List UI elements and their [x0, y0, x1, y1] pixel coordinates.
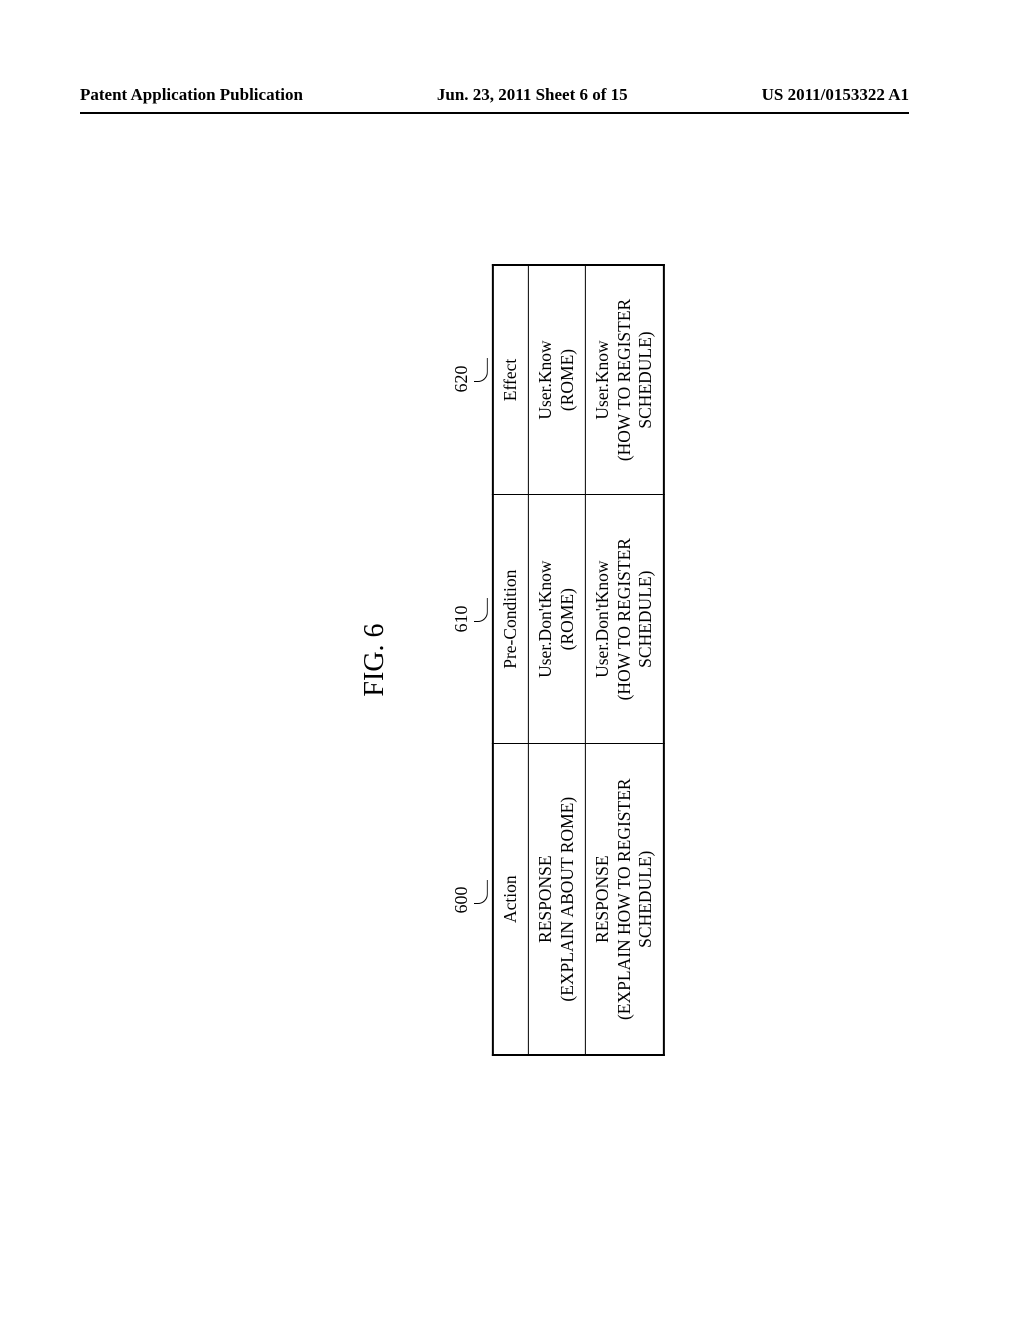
cell-precondition: User.Don'tKnow (ROME): [528, 494, 585, 743]
eff-line1: User.Know: [535, 340, 555, 419]
header-left: Patent Application Publication: [80, 85, 303, 105]
action-line2: (EXPLAIN ABOUT ROME): [557, 797, 577, 1002]
bracket-icon: [474, 358, 488, 382]
header-center: Jun. 23, 2011 Sheet 6 of 15: [437, 85, 628, 105]
bracket-icon: [474, 598, 488, 622]
action-line1: RESPONSE: [535, 855, 555, 943]
header-precondition: Pre-Condition: [493, 494, 528, 743]
label-620-text: 620: [451, 366, 472, 393]
eff-line2: (ROME): [557, 349, 577, 411]
pre-line1: User.Don'tKnow: [592, 561, 612, 678]
bracket-icon: [474, 880, 488, 904]
table-row: RESPONSE (EXPLAIN HOW TO REGISTER SCHEDU…: [585, 265, 664, 1055]
action-line1: RESPONSE: [592, 855, 612, 943]
cell-effect: User.Know (HOW TO REGISTER SCHEDULE): [585, 265, 664, 494]
figure-title: FIG. 6: [359, 623, 391, 696]
action-table: Action Pre-Condition Effect RESPONSE (EX…: [492, 264, 665, 1056]
table-row: RESPONSE (EXPLAIN ABOUT ROME) User.Don't…: [528, 265, 585, 1055]
figure-container: FIG. 6 600 610 620 Action Pre-Condition …: [359, 264, 665, 1056]
cell-action: RESPONSE (EXPLAIN HOW TO REGISTER SCHEDU…: [585, 744, 664, 1055]
header-rule: [80, 112, 909, 114]
cell-precondition: User.Don'tKnow (HOW TO REGISTER SCHEDULE…: [585, 494, 664, 743]
pre-line1: User.Don'tKnow: [535, 561, 555, 678]
header-effect: Effect: [493, 265, 528, 494]
column-label-620: 620: [446, 264, 472, 494]
label-610-text: 610: [451, 606, 472, 633]
cell-effect: User.Know (ROME): [528, 265, 585, 494]
column-label-600: 600: [446, 744, 472, 1056]
table-header-row: Action Pre-Condition Effect: [493, 265, 528, 1055]
column-label-610: 610: [446, 494, 472, 744]
pre-line2: (ROME): [557, 588, 577, 650]
header-action: Action: [493, 744, 528, 1055]
pre-line2: (HOW TO REGISTER SCHEDULE): [613, 538, 655, 700]
header-right: US 2011/0153322 A1: [762, 85, 909, 105]
action-line2: (EXPLAIN HOW TO REGISTER SCHEDULE): [613, 778, 655, 1020]
label-600-text: 600: [451, 887, 472, 914]
eff-line2: (HOW TO REGISTER SCHEDULE): [613, 299, 655, 461]
cell-action: RESPONSE (EXPLAIN ABOUT ROME): [528, 744, 585, 1055]
column-labels-row: 600 610 620: [446, 264, 472, 1056]
eff-line1: User.Know: [592, 340, 612, 419]
